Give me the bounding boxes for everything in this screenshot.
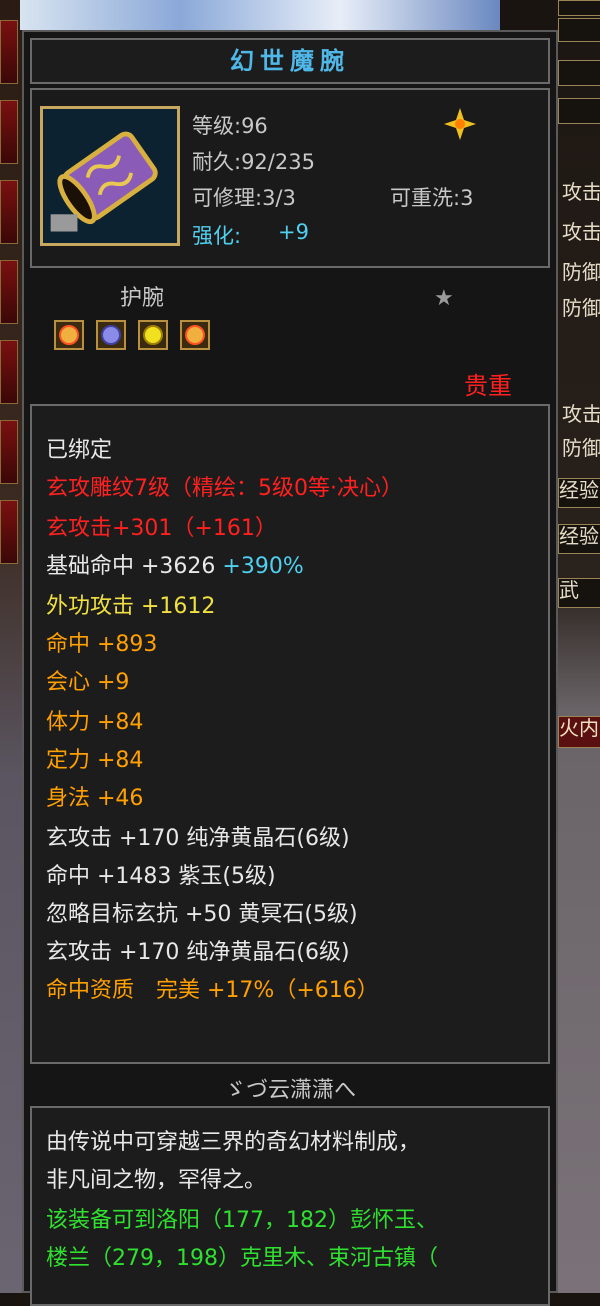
stamina-line: 体力 +84 [46,710,144,735]
item-enhance-value: +9 [278,220,309,244]
side-field: 经验 [558,524,600,554]
item-rewash: 可重洗:3 [390,186,474,210]
description-line-4: 楼兰（279，198）克里木、束河古镇（ [46,1246,438,1271]
quality-line: 命中资质 完美 +17%（+616） [46,978,379,1003]
bound-status: 已绑定 [46,438,113,463]
side-label: 防御 [562,436,600,460]
gem-line-1: 玄攻击 +170 纯净黄晶石(6级) [46,826,350,851]
item-tooltip: 幻世魔腕 等级:96 耐久:92/235 可修理:3/3 可重洗:3 强化: +… [22,30,558,1306]
gem-socket-icon [138,320,168,350]
bracer-icon [40,106,180,246]
equip-slot[interactable] [0,420,18,484]
side-button[interactable]: 武 [558,578,600,608]
gem-socket-icon [96,320,126,350]
agility-line: 身法 +46 [46,786,144,811]
description-line-2: 非凡间之物，罕得之。 [46,1168,267,1193]
gem-socket-icon [54,320,84,350]
equip-slot[interactable] [0,500,18,564]
side-button[interactable]: 火内 [558,716,600,748]
sparkle-icon [442,106,478,142]
gem-line-4: 玄攻击 +170 纯净黄晶石(6级) [46,940,350,965]
item-level: 等级:96 [192,114,268,138]
engrave-line: 玄攻雕纹7级（精绘：5级0等·决心） [46,476,403,501]
item-name: 幻世魔腕 [230,47,350,75]
owner-signature: ゞづ云潇潇へ [223,1078,356,1103]
background-character-art [20,0,500,30]
item-durability: 耐久:92/235 [192,150,315,174]
base-hit-percent: +390% [222,554,304,579]
outer-attack-line: 外功攻击 +1612 [46,594,216,619]
crit-line: 会心 +9 [46,670,130,695]
side-field [558,98,600,124]
title-bar: 幻世魔腕 [30,38,550,84]
side-field [558,18,600,42]
description-line-1: 由传说中可穿越三界的奇幻材料制成， [46,1130,421,1155]
description-line-3: 该装备可到洛阳（177，182）彭怀玉、 [46,1208,438,1233]
item-rarity: 贵重 [464,372,512,400]
attributes-section: 已绑定 玄攻雕纹7级（精绘：5级0等·决心） 玄攻击+301（+161） 基础命… [30,404,550,1064]
item-repairable: 可修理:3/3 [192,186,296,210]
base-hit-line: 基础命中 +3626 +390% [46,548,304,580]
equip-slot[interactable] [0,260,18,324]
item-header-section: 等级:96 耐久:92/235 可修理:3/3 可重洗:3 强化: +9 [30,88,550,268]
side-label: 攻击 [562,402,600,426]
star-icon: ★ [434,286,454,311]
item-enhance-label: 强化: [192,224,242,248]
side-field: 经验 [558,478,600,508]
item-type: 护腕 [120,286,165,311]
side-label: 防御 [562,296,600,320]
side-label: 攻击 [562,220,600,244]
hit-line: 命中 +893 [46,632,158,657]
side-field [558,60,600,86]
gem-line-3: 忽略目标玄抗 +50 黄冥石(5级) [46,902,358,927]
side-field [558,0,600,16]
background-left-scene [0,0,22,1293]
xuan-attack-line: 玄攻击+301（+161） [46,516,277,541]
focus-line: 定力 +84 [46,748,144,773]
base-hit-value: 基础命中 +3626 [46,554,216,579]
side-label: 防御 [562,260,600,284]
description-section: 由传说中可穿越三界的奇幻材料制成， 非凡间之物，罕得之。 该装备可到洛阳（177… [30,1106,550,1306]
equip-slot[interactable] [0,340,18,404]
bracer-icon-art [43,109,177,243]
gem-line-2: 命中 +1483 紫玉(5级) [46,864,276,889]
gem-socket-icon [180,320,210,350]
side-label: 攻击 [562,180,600,204]
equip-slot[interactable] [0,180,18,244]
equip-slot[interactable] [0,100,18,164]
equip-slot[interactable] [0,20,18,84]
